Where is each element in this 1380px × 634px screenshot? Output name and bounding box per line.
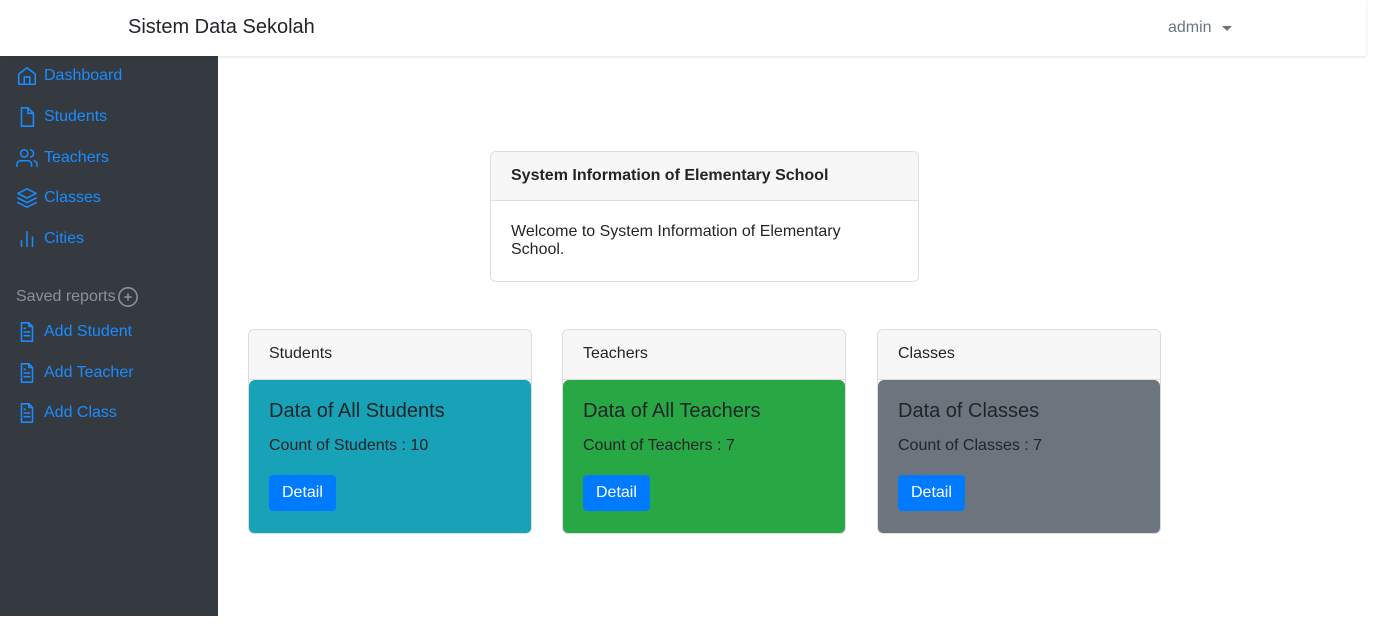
card-header: Classes (878, 330, 1160, 380)
students-detail-button[interactable]: Detail (269, 475, 336, 511)
sidebar-item-cities[interactable]: Cities (16, 228, 84, 250)
user-name: admin (1168, 19, 1212, 36)
bar-chart-icon (20, 230, 34, 248)
sidebar-item-add-student[interactable]: Add Student (16, 321, 132, 343)
user-dropdown[interactable]: admin (1168, 19, 1232, 37)
saved-reports-heading: Saved reports (16, 286, 139, 308)
top-navbar: Sistem Data Sekolah admin (0, 0, 1366, 56)
card-header: Teachers (563, 330, 845, 380)
classes-card: Classes Data of Classes Count of Classes… (877, 329, 1161, 534)
file-text-icon (20, 403, 34, 423)
system-info-title: System Information of Elementary School (491, 152, 918, 201)
card-title: Data of All Students (269, 400, 445, 422)
system-info-card: System Information of Elementary School … (490, 151, 919, 282)
sidebar-item-teachers[interactable]: Teachers (16, 147, 109, 169)
home-icon (17, 66, 37, 86)
card-header: Students (249, 330, 531, 380)
card-count: Count of Students : 10 (269, 437, 429, 454)
system-info-text: Welcome to System Information of Element… (511, 223, 841, 258)
file-text-icon (20, 363, 34, 383)
teachers-detail-button[interactable]: Detail (583, 475, 650, 511)
saved-reports-label: Saved reports (16, 288, 116, 305)
teachers-card: Teachers Data of All Teachers Count of T… (562, 329, 846, 534)
sidebar-item-label: Dashboard (44, 67, 123, 84)
card-body: Data of All Students Count of Students :… (249, 380, 531, 533)
sidebar-item-add-teacher[interactable]: Add Teacher (16, 362, 134, 384)
users-icon (16, 148, 38, 168)
card-count: Count of Teachers : 7 (583, 437, 735, 454)
sidebar-item-classes[interactable]: Classes (16, 187, 101, 209)
students-card: Students Data of All Students Count of S… (248, 329, 532, 534)
plus-circle-icon[interactable] (117, 286, 139, 308)
sidebar-item-dashboard[interactable]: Dashboard (16, 65, 122, 87)
card-count: Count of Classes : 7 (898, 437, 1043, 454)
card-title: Data of Classes (898, 400, 1040, 422)
sidebar-item-label: Cities (44, 230, 85, 247)
file-text-icon (20, 322, 34, 342)
sidebar: Dashboard Students Teachers Classes Citi… (0, 56, 218, 616)
sidebar-item-label: Students (44, 108, 108, 125)
layers-icon (17, 188, 37, 208)
sidebar-item-label: Classes (44, 189, 101, 206)
brand-title[interactable]: Sistem Data Sekolah (128, 16, 315, 39)
sidebar-item-add-class[interactable]: Add Class (16, 402, 117, 424)
classes-detail-button[interactable]: Detail (898, 475, 965, 511)
card-body: Data of Classes Count of Classes : 7 Det… (878, 380, 1160, 533)
file-icon (20, 107, 35, 127)
card-title: Data of All Teachers (583, 400, 761, 422)
sidebar-item-label: Add Student (44, 323, 133, 340)
caret-down-icon (1221, 25, 1232, 31)
sidebar-item-label: Add Class (44, 404, 117, 421)
sidebar-item-label: Teachers (44, 149, 109, 166)
card-body: Data of All Teachers Count of Teachers :… (563, 380, 845, 533)
sidebar-item-students[interactable]: Students (16, 106, 107, 128)
sidebar-item-label: Add Teacher (44, 364, 134, 381)
